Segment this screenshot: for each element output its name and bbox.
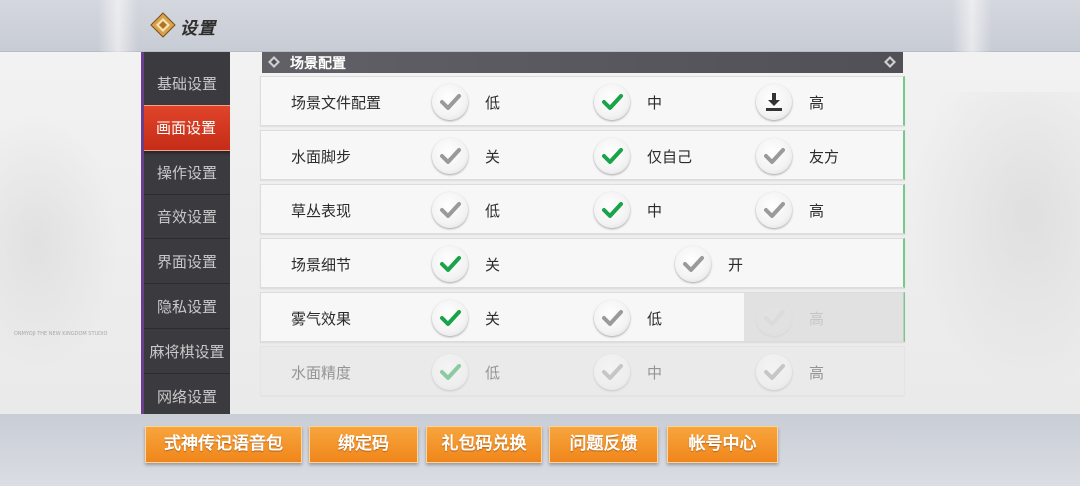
sidebar-item[interactable]: 操作设置 (144, 151, 230, 195)
sidebar-item[interactable]: 麻将棋设置 (144, 330, 230, 374)
settings-diamond-icon (150, 12, 176, 38)
setting-row: 水面精度 低 中 高 (260, 346, 905, 396)
option-label: 低 (485, 364, 501, 382)
ink-wash-right (910, 92, 1080, 392)
check-icon (594, 84, 630, 120)
check-icon (432, 192, 468, 228)
diamond-ornament-icon (884, 56, 896, 68)
option-radio[interactable]: 低 (432, 84, 542, 120)
option-radio[interactable]: 友方 (756, 138, 866, 174)
sidebar-item[interactable]: 网络设置 (144, 375, 230, 414)
option-radio[interactable]: 中 (594, 84, 704, 120)
studio-caption: ONMYOJI THE NEW KINGDOM STUDIO (14, 331, 108, 337)
option-label: 低 (485, 202, 501, 220)
check-icon (756, 354, 792, 390)
option-label: 中 (647, 202, 663, 220)
page-title: 设置 (180, 19, 216, 39)
footer-button[interactable]: 礼包码兑换 (426, 426, 542, 463)
option-radio[interactable]: 仅自己 (594, 138, 704, 174)
option-radio[interactable]: 高 (756, 192, 866, 228)
option-label: 开 (728, 256, 744, 274)
option-label: 关 (485, 256, 501, 274)
sidebar-item[interactable]: 基础设置 (144, 62, 230, 106)
setting-label: 场景文件配置 (291, 94, 382, 112)
option-radio[interactable]: 高 (756, 354, 866, 390)
check-icon (432, 84, 468, 120)
check-icon (594, 192, 630, 228)
option-label: 中 (647, 94, 663, 112)
footer-button[interactable]: 帐号中心 (667, 426, 778, 463)
check-icon (675, 246, 711, 282)
option-label: 低 (647, 310, 663, 328)
option-label: 低 (485, 94, 501, 112)
option-radio[interactable]: 开 (675, 246, 785, 282)
setting-row: 场景细节 关 开 (260, 238, 905, 288)
top-bar: 设置 (0, 0, 1080, 52)
option-label: 高 (809, 364, 825, 382)
sidebar-item[interactable]: 音效设置 (144, 195, 230, 239)
option-label: 关 (485, 148, 501, 166)
fog-high-disabled-overlay (744, 293, 904, 341)
footer-button[interactable]: 问题反馈 (549, 426, 658, 463)
option-radio[interactable]: 中 (594, 192, 704, 228)
footer-button[interactable]: 式神传记语音包 (145, 426, 302, 463)
option-radio[interactable]: 关 (432, 246, 542, 282)
setting-label: 场景细节 (291, 256, 352, 274)
section-title: 场景配置 (290, 56, 346, 72)
option-label: 友方 (809, 148, 840, 166)
option-radio[interactable]: 中 (594, 354, 704, 390)
setting-label: 草丛表现 (291, 202, 352, 220)
check-icon (594, 300, 630, 336)
check-icon (432, 138, 468, 174)
check-icon (432, 300, 468, 336)
setting-row: 草丛表现 低 中 高 (260, 184, 905, 234)
check-icon (432, 354, 468, 390)
check-icon (594, 354, 630, 390)
footer-button[interactable]: 绑定码 (309, 426, 418, 463)
section-header: 场景配置 (262, 52, 903, 73)
option-label: 中 (647, 364, 663, 382)
header-ornament-left (98, 0, 138, 52)
sidebar-item[interactable]: 画面设置 (144, 105, 230, 151)
diamond-ornament-icon (268, 56, 280, 68)
setting-label: 水面脚步 (291, 148, 352, 166)
check-icon (756, 192, 792, 228)
option-radio[interactable]: 关 (432, 138, 542, 174)
setting-label: 雾气效果 (291, 310, 352, 328)
setting-label: 水面精度 (291, 364, 352, 382)
option-radio[interactable]: 低 (594, 300, 704, 336)
option-label: 高 (809, 94, 825, 112)
setting-row: 水面脚步 关 仅自己 友方 (260, 130, 905, 180)
sidebar-item[interactable]: 隐私设置 (144, 285, 230, 329)
option-radio[interactable]: 低 (432, 354, 542, 390)
check-icon (432, 246, 468, 282)
sidebar-item[interactable]: 界面设置 (144, 240, 230, 284)
header-ornament-right (952, 0, 992, 52)
option-label: 仅自己 (647, 148, 693, 166)
option-radio[interactable]: 关 (432, 300, 542, 336)
option-label: 高 (809, 202, 825, 220)
download-icon (756, 84, 792, 120)
setting-row: 场景文件配置 低 中 高 (260, 76, 905, 126)
option-radio[interactable]: 低 (432, 192, 542, 228)
check-icon (594, 138, 630, 174)
option-label: 关 (485, 310, 501, 328)
option-radio[interactable]: 高 (756, 84, 866, 120)
check-icon (756, 138, 792, 174)
settings-sidebar: 基础设置 画面设置 操作设置 音效设置 界面设置 隐私设置 麻将棋设置 网络设置 (141, 52, 230, 414)
